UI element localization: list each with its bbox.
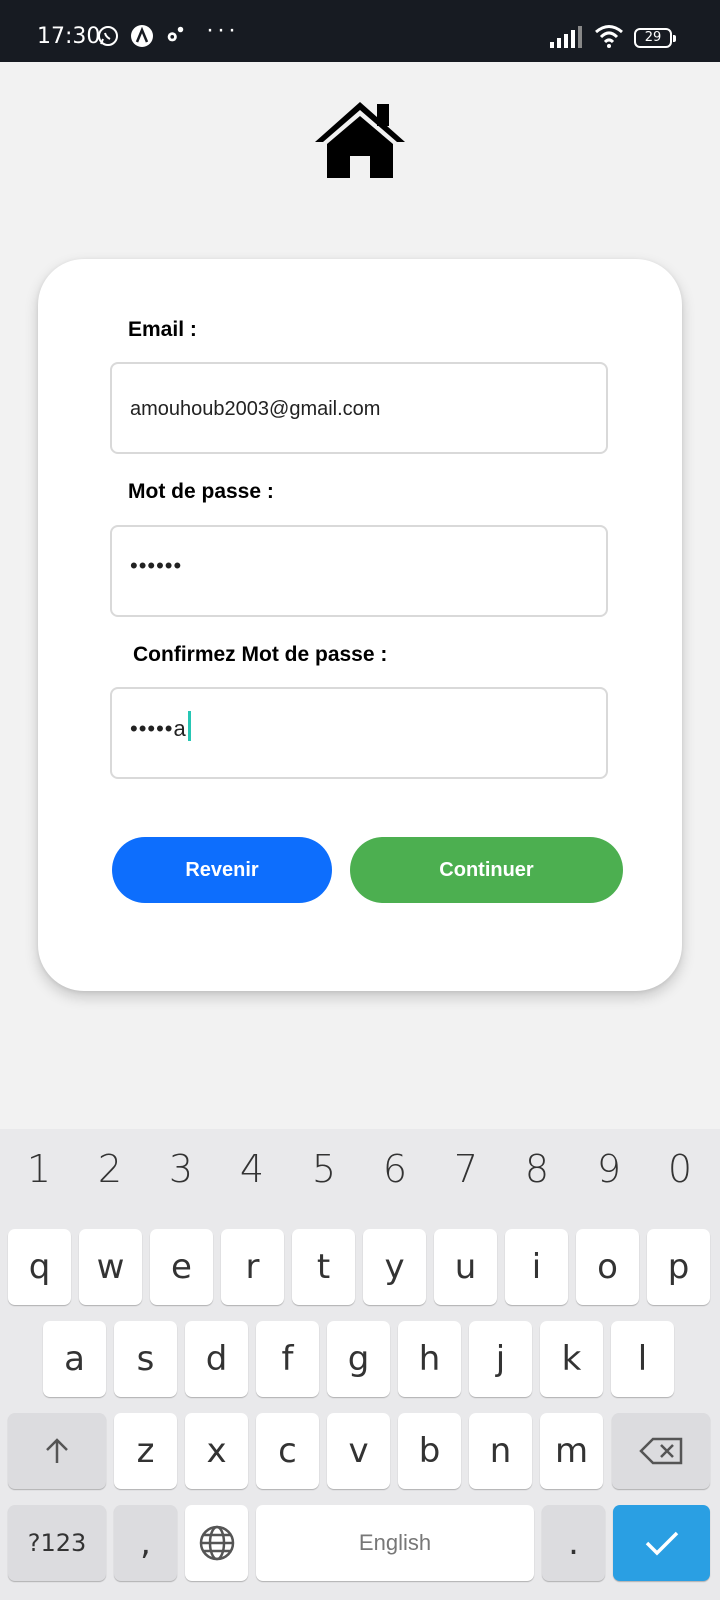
status-time: 17:30	[37, 24, 101, 49]
key-p[interactable]: p	[647, 1229, 710, 1305]
key-m[interactable]: m	[540, 1413, 603, 1489]
key-s[interactable]: s	[114, 1321, 177, 1397]
key-r[interactable]: r	[221, 1229, 284, 1305]
signal-icon	[550, 26, 582, 48]
email-label: Email :	[128, 318, 197, 341]
key-3[interactable]: 3	[145, 1147, 217, 1191]
key-t[interactable]: t	[292, 1229, 355, 1305]
password-label: Mot de passe :	[128, 480, 274, 503]
backspace-icon	[639, 1437, 683, 1465]
key-b[interactable]: b	[398, 1413, 461, 1489]
continue-button[interactable]: Continuer	[350, 837, 623, 903]
comma-key[interactable]: ,	[114, 1505, 177, 1581]
symbols-key[interactable]: ?123	[8, 1505, 106, 1581]
key-0[interactable]: 0	[644, 1147, 716, 1191]
key-o[interactable]: o	[576, 1229, 639, 1305]
key-h[interactable]: h	[398, 1321, 461, 1397]
key-a[interactable]: a	[43, 1321, 106, 1397]
key-z[interactable]: z	[114, 1413, 177, 1489]
app-a-icon	[131, 25, 153, 47]
password-field[interactable]: ••••••	[110, 525, 608, 617]
key-l[interactable]: l	[611, 1321, 674, 1397]
key-v[interactable]: v	[327, 1413, 390, 1489]
wifi-icon	[595, 25, 623, 48]
more-dots-icon: ···	[206, 16, 239, 43]
shift-key[interactable]	[8, 1413, 106, 1489]
key-i[interactable]: i	[505, 1229, 568, 1305]
email-field[interactable]: amouhoub2003@gmail.com	[110, 362, 608, 454]
key-5[interactable]: 5	[288, 1147, 360, 1191]
key-2[interactable]: 2	[74, 1147, 146, 1191]
key-x[interactable]: x	[185, 1413, 248, 1489]
confirm-password-label: Confirmez Mot de passe :	[133, 643, 388, 666]
key-g[interactable]: g	[327, 1321, 390, 1397]
key-n[interactable]: n	[469, 1413, 532, 1489]
space-key[interactable]: English	[256, 1505, 534, 1581]
shift-icon	[46, 1438, 68, 1463]
key-y[interactable]: y	[363, 1229, 426, 1305]
key-w[interactable]: w	[79, 1229, 142, 1305]
signup-card: Email : amouhoub2003@gmail.com Mot de pa…	[38, 259, 682, 991]
confirm-password-value: •••••a	[130, 711, 191, 745]
settings-icon	[167, 26, 184, 42]
key-k[interactable]: k	[540, 1321, 603, 1397]
period-key[interactable]: .	[542, 1505, 605, 1581]
key-e[interactable]: e	[150, 1229, 213, 1305]
password-value: ••••••	[130, 553, 183, 578]
text-caret	[187, 711, 191, 741]
key-6[interactable]: 6	[359, 1147, 431, 1191]
battery-icon: 29	[634, 28, 676, 48]
key-f[interactable]: f	[256, 1321, 319, 1397]
email-value: amouhoub2003@gmail.com	[130, 398, 381, 420]
globe-icon	[199, 1525, 234, 1561]
key-7[interactable]: 7	[430, 1147, 502, 1191]
key-u[interactable]: u	[434, 1229, 497, 1305]
enter-key[interactable]	[613, 1505, 710, 1581]
whatsapp-icon	[98, 26, 118, 46]
key-d[interactable]: d	[185, 1321, 248, 1397]
backspace-key[interactable]	[612, 1413, 710, 1489]
key-j[interactable]: j	[469, 1321, 532, 1397]
key-q[interactable]: q	[8, 1229, 71, 1305]
key-c[interactable]: c	[256, 1413, 319, 1489]
check-icon	[645, 1531, 678, 1556]
back-button[interactable]: Revenir	[112, 837, 332, 903]
status-bar: 17:30 ··· 29	[0, 0, 720, 62]
key-1[interactable]: 1	[3, 1147, 75, 1191]
key-4[interactable]: 4	[216, 1147, 288, 1191]
soft-keyboard: 1 2 3 4 5 6 7 8 9 0 q w e r t y u i o p …	[0, 1129, 720, 1600]
confirm-password-field[interactable]: •••••a	[110, 687, 608, 779]
language-key[interactable]	[185, 1505, 248, 1581]
key-8[interactable]: 8	[501, 1147, 573, 1191]
home-icon	[315, 102, 405, 178]
key-9[interactable]: 9	[573, 1147, 645, 1191]
number-row: 1 2 3 4 5 6 7 8 9 0	[0, 1129, 720, 1209]
